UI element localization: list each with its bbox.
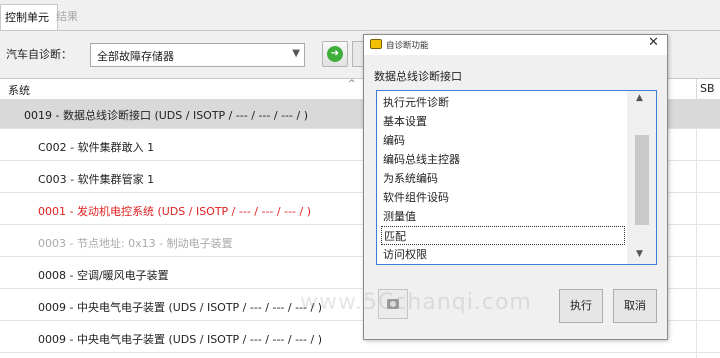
vehicle-diagnosis-label: 汽车自诊断：: [6, 48, 72, 61]
close-icon[interactable]: ✕: [648, 35, 659, 50]
fault-memory-select-value: 全部故障存储器: [97, 50, 174, 63]
row-text: 0003 - 节点地址: 0x13 - 制动电子装置: [38, 237, 233, 250]
app-icon: [370, 39, 382, 49]
dialog-title: 自诊断功能: [386, 41, 429, 51]
tab-results[interactable]: 结果: [52, 4, 82, 29]
function-item[interactable]: 软件组件设码: [381, 188, 625, 207]
column-header-system[interactable]: 系统: [8, 82, 30, 98]
cancel-button[interactable]: 取消: [613, 289, 657, 323]
column-header-sb[interactable]: SB: [700, 82, 715, 95]
tab-bar: 控制单元 结果: [0, 0, 720, 31]
row-text: 0009 - 中央电气电子装置 (UDS / ISOTP / --- / ---…: [38, 301, 322, 314]
chevron-down-icon: ▼: [292, 48, 300, 59]
dialog-title-bar[interactable]: 自诊断功能 ✕: [364, 35, 667, 55]
row-text: 0001 - 发动机电控系统 (UDS / ISOTP / --- / --- …: [38, 205, 311, 218]
row-text: 0008 - 空调/暖风电子装置: [38, 269, 169, 282]
function-item[interactable]: 执行元件诊断: [381, 93, 625, 112]
execute-button[interactable]: 执行: [559, 289, 603, 323]
function-item[interactable]: 编码: [381, 131, 625, 150]
function-list[interactable]: 执行元件诊断 基本设置 编码 编码总线主控器 为系统编码 软件组件设码 测量值 …: [376, 90, 657, 265]
row-text: C002 - 软件集群敢入 1: [38, 141, 155, 154]
scroll-up-icon[interactable]: ▲: [636, 93, 643, 103]
dialog-subtitle: 数据总线诊断接口: [374, 70, 462, 83]
function-item[interactable]: 为系统编码: [381, 169, 625, 188]
function-item[interactable]: 编码总线主控器: [381, 150, 625, 169]
watermark: www.5Cchanqi.com: [300, 290, 532, 315]
row-text: 0009 - 中央电气电子装置 (UDS / ISOTP / --- / ---…: [38, 333, 322, 346]
function-item[interactable]: 基本设置: [381, 112, 625, 131]
column-divider[interactable]: [696, 79, 697, 99]
function-item[interactable]: 访问权限: [381, 245, 625, 264]
row-text: C003 - 软件集群管家 1: [38, 173, 155, 186]
function-item[interactable]: 测量值: [381, 207, 625, 226]
row-text: 0019 - 数据总线诊断接口 (UDS / ISOTP / --- / ---…: [24, 109, 308, 122]
list-scrollbar[interactable]: ▲ ▼: [627, 91, 656, 264]
go-button[interactable]: ➜: [322, 41, 348, 67]
fault-memory-select[interactable]: 全部故障存储器 ▼: [90, 43, 305, 67]
function-item-focused[interactable]: 匹配: [381, 226, 625, 245]
arrow-right-icon: ➜: [327, 46, 343, 62]
scroll-down-icon[interactable]: ▼: [636, 249, 643, 259]
scrollbar-thumb[interactable]: [635, 135, 649, 225]
sort-up-icon: ^: [348, 79, 356, 89]
tab-control-units[interactable]: 控制单元: [0, 4, 58, 30]
